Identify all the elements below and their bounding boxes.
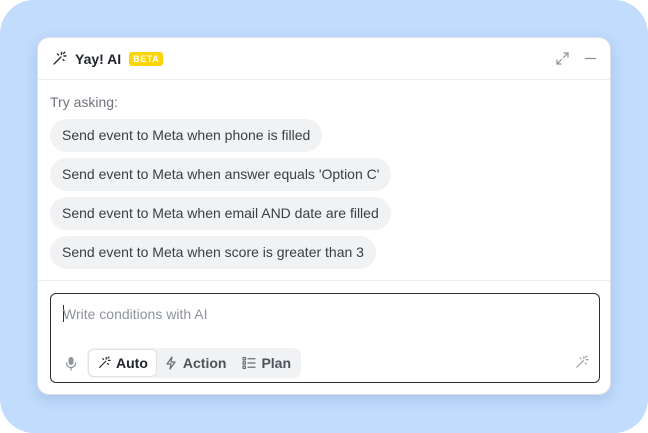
mode-label: Action	[182, 355, 227, 371]
suggestion-chip[interactable]: Send event to Meta when answer equals 'O…	[50, 158, 392, 191]
lightning-icon	[164, 356, 178, 370]
magic-wand-icon	[50, 50, 68, 68]
prompt-composer: Auto Action	[50, 293, 600, 383]
ai-assistant-panel: Yay! AI BETA Try asking: Send event to M…	[37, 37, 611, 395]
divider	[38, 280, 610, 281]
mode-label: Auto	[116, 355, 148, 371]
magic-wand-icon	[97, 356, 111, 370]
beta-badge: BETA	[129, 51, 164, 66]
minimize-icon[interactable]	[582, 50, 598, 66]
suggestion-chip[interactable]: Send event to Meta when score is greater…	[50, 236, 376, 269]
expand-icon[interactable]	[554, 50, 570, 66]
suggestion-chip[interactable]: Send event to Meta when phone is filled	[50, 119, 323, 152]
panel-header: Yay! AI BETA	[38, 38, 610, 80]
mode-action[interactable]: Action	[156, 350, 235, 376]
try-asking-label: Try asking:	[50, 94, 118, 110]
microphone-icon[interactable]	[63, 355, 79, 371]
suggestion-chip[interactable]: Send event to Meta when email AND date a…	[50, 197, 391, 230]
panel-title: Yay! AI	[75, 50, 122, 67]
prompt-input[interactable]	[63, 304, 583, 324]
mode-plan[interactable]: Plan	[234, 350, 299, 376]
window-controls	[554, 50, 598, 66]
mode-auto[interactable]: Auto	[89, 350, 156, 376]
mode-selector: Auto Action Plan	[87, 348, 302, 378]
checklist-icon	[242, 356, 257, 370]
mode-label: Plan	[261, 355, 292, 371]
suggestion-list: Send event to Meta when phone is filled …	[50, 119, 392, 275]
generate-icon[interactable]	[573, 354, 589, 370]
